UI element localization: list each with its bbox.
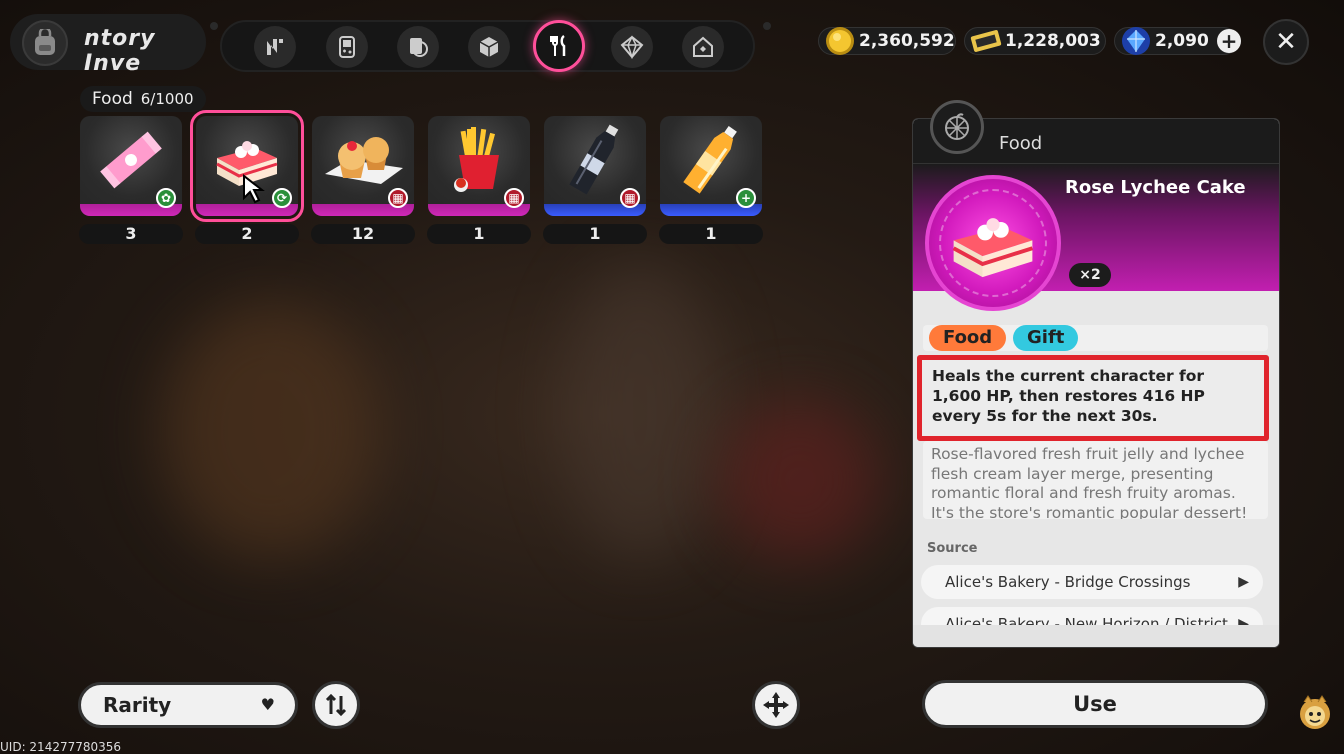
ticket-icon (970, 30, 1002, 52)
category-tab-bar (220, 20, 755, 72)
item-portrait (925, 175, 1061, 311)
use-button[interactable]: Use (922, 680, 1268, 728)
background-blob (720, 400, 880, 560)
item-qty: 1 (543, 224, 647, 244)
item-effect: Heals the current character for 1,600 HP… (917, 355, 1269, 441)
tag-row: Food Gift (923, 325, 1268, 351)
close-icon: ✕ (1275, 27, 1297, 57)
orange-juice-icon (683, 126, 737, 194)
disc-icon[interactable] (397, 26, 439, 68)
tag-food: Food (929, 325, 1007, 351)
coin-icon (826, 27, 854, 55)
header-divider (913, 163, 1279, 164)
cursor-icon (243, 174, 265, 204)
coins-value: 2,360,592 (859, 31, 955, 51)
page-title: ntory Inve (84, 26, 156, 76)
box-icon[interactable] (468, 26, 510, 68)
gem-icon[interactable] (611, 26, 653, 68)
sort-order-button[interactable] (312, 681, 360, 729)
inventory-count: Food 6/1000 (80, 86, 206, 112)
currency-coins: 2,360,592 (818, 27, 956, 55)
chevron-right-icon: ▶ (1238, 574, 1249, 590)
uid-label: UID: 214277780356 (0, 740, 122, 754)
handheld-icon[interactable] (326, 26, 368, 68)
element-badge-green: + (736, 188, 756, 208)
background-blob (560, 260, 720, 560)
fork-knife-icon[interactable] (533, 20, 585, 72)
source-item-label: Alice's Bakery - Bridge Crossings (945, 573, 1191, 591)
item-description: Rose-flavored fresh fruit jelly and lych… (923, 441, 1268, 519)
backpack-icon (22, 20, 68, 66)
dpad-icon (763, 692, 789, 718)
item-slot-rose-lychee-cake[interactable]: ⟳ (190, 110, 304, 222)
item-slot-french-fries[interactable]: ▦ (428, 116, 530, 216)
item-qty: 1 (427, 224, 531, 244)
item-qty: 2 (195, 224, 299, 244)
catbar-dot (763, 22, 771, 30)
element-badge-red: ▦ (620, 188, 640, 208)
sort-rarity-dropdown[interactable]: Rarity ♥ (78, 682, 298, 728)
item-quantity-chip: ×2 (1069, 263, 1111, 287)
add-crystals-button[interactable]: + (1217, 29, 1241, 53)
crystal-icon (1122, 27, 1150, 55)
sort-arrows-icon (325, 693, 347, 717)
fries-icon (454, 127, 499, 192)
n-logo-icon[interactable] (254, 26, 296, 68)
item-slot-muffins[interactable]: ▦ (312, 116, 414, 216)
candy-bar-icon (100, 131, 162, 189)
currency-crystals: 2,090 + (1114, 27, 1241, 55)
item-slot-orange-juice[interactable]: + (660, 116, 762, 216)
close-button[interactable]: ✕ (1263, 19, 1309, 65)
inventory-title-pill: ntory Inve (10, 14, 206, 76)
catbar-dot (210, 22, 218, 30)
item-qty: 12 (311, 224, 415, 244)
element-badge-green: ✿ (156, 188, 176, 208)
element-badge-red: ▦ (504, 188, 524, 208)
panel-footer (913, 625, 1279, 647)
item-qty: 3 (79, 224, 183, 244)
cola-bottle-icon (569, 124, 619, 195)
currency-tickets: 1,228,003 (964, 27, 1106, 55)
detail-category-label: Food (999, 133, 1043, 154)
inventory-count-value: 6/1000 (140, 90, 194, 108)
food-category-icon (930, 100, 984, 154)
sort-rarity-label: Rarity (103, 693, 172, 717)
element-badge-green: ⟳ (272, 188, 292, 208)
item-slot-candy-bar[interactable]: ✿ (80, 116, 182, 216)
source-label: Source (927, 541, 978, 556)
item-qty: 1 (659, 224, 763, 244)
tickets-value: 1,228,003 (1005, 31, 1101, 51)
muffins-icon (325, 137, 403, 184)
item-name: Rose Lychee Cake (1065, 177, 1246, 198)
tag-gift: Gift (1013, 325, 1079, 351)
mascot-icon (1300, 695, 1330, 729)
source-item[interactable]: Alice's Bakery - Bridge Crossings ▶ (921, 565, 1263, 599)
heart-dropdown-icon: ♥ (260, 695, 275, 714)
item-detail-panel: Food Rose Lychee Cake ×2 Food Gift Rose-… (912, 118, 1280, 648)
inventory-label: Food (92, 89, 133, 109)
background-blob (160, 300, 380, 560)
dpad-button[interactable] (752, 681, 800, 729)
crystals-value: 2,090 (1155, 31, 1209, 51)
house-icon[interactable] (682, 26, 724, 68)
item-slot-cola-bottle[interactable]: ▦ (544, 116, 646, 216)
element-badge-red: ▦ (388, 188, 408, 208)
